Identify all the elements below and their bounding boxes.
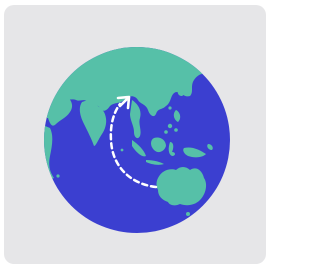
australia-landmass (156, 167, 207, 206)
island-dot (120, 148, 124, 152)
island-dot (168, 106, 172, 110)
island-dot (164, 130, 168, 134)
island-dot (186, 212, 190, 216)
island-dot (167, 123, 173, 129)
globe-travel-route-icon (0, 0, 269, 268)
globe-illustration (44, 47, 230, 233)
island-dot (174, 128, 178, 132)
island-dot (56, 174, 60, 178)
